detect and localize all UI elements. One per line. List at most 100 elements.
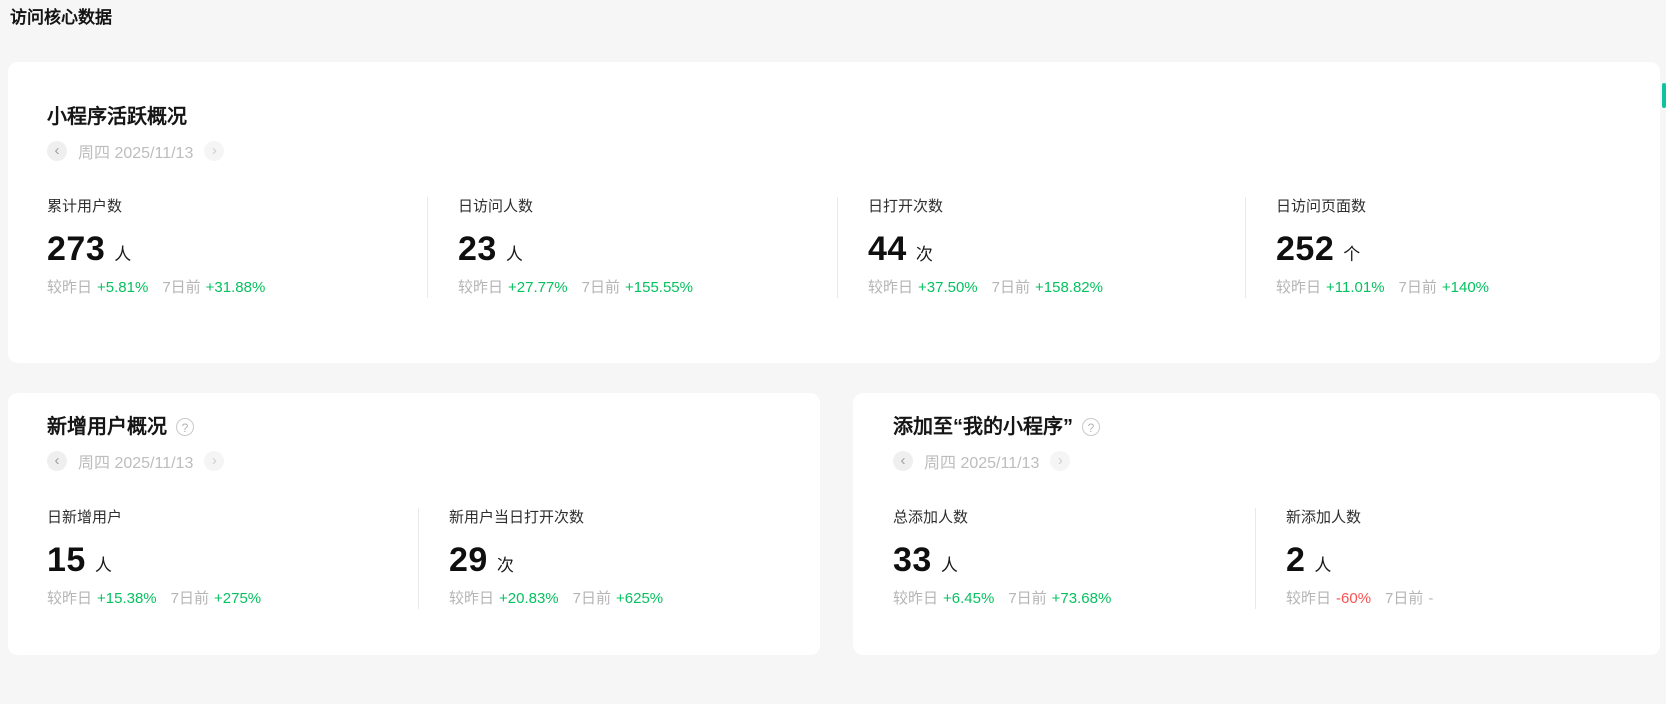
chevron-right-icon: › — [212, 453, 217, 468]
metric-unit: 人 — [941, 551, 958, 576]
scrollbar-thumb[interactable] — [1662, 83, 1666, 108]
help-icon[interactable]: ? — [1082, 418, 1100, 436]
metric-value: 23 人 — [458, 229, 837, 269]
vs-week-label: 7日前 — [573, 590, 611, 607]
card-activity-overview: 小程序活跃概况 ‹ 周四 2025/11/13 › 累计用户数 273 人 较昨… — [8, 62, 1660, 363]
vs-week-label: 7日前 — [1399, 279, 1437, 296]
page-title: 访问核心数据 — [10, 7, 112, 29]
metric-value: 33 人 — [893, 540, 1255, 580]
metric-number: 2 — [1286, 540, 1305, 580]
vs-week-label: 7日前 — [992, 279, 1030, 296]
metrics-row: 累计用户数 273 人 较昨日+5.81%7日前+31.88% 日访问人数 23… — [8, 197, 1660, 298]
metric-label: 日打开次数 — [868, 197, 1245, 217]
metric-unit: 次 — [497, 551, 514, 576]
vs-yesterday-label: 较昨日 — [893, 590, 938, 607]
metric-unit: 人 — [114, 240, 131, 265]
chevron-left-icon: ‹ — [901, 453, 906, 468]
card-header: 小程序活跃概况 ‹ 周四 2025/11/13 › — [8, 62, 1660, 163]
metric-change-row: 较昨日+27.77%7日前+155.55% — [458, 278, 837, 298]
metric-label: 新添加人数 — [1286, 508, 1660, 528]
card-title-text: 新增用户概况 — [47, 415, 167, 439]
metric-unit: 人 — [1314, 551, 1331, 576]
metric-change-row: 较昨日 +37.50% 7日前 +158.82% — [868, 278, 1245, 298]
metrics-row: 总添加人数 33 人 较昨日+6.45%7日前+73.68% 新添加人数 2 人… — [853, 508, 1660, 609]
vs-week-label: 7日前 — [582, 279, 620, 296]
vs-week-label: 7日前 — [162, 279, 200, 296]
date-label: 周四 2025/11/13 — [78, 449, 193, 473]
chevron-left-icon: ‹ — [55, 453, 60, 468]
metric-daily-visitors: 日访问人数 23 人 较昨日+27.77%7日前+155.55% — [427, 197, 837, 298]
vs-week-value: +158.82% — [1035, 279, 1103, 296]
metric-change-row: 较昨日 -60% 7日前- — [1286, 589, 1660, 609]
metric-unit: 个 — [1343, 240, 1360, 265]
date-label: 周四 2025/11/13 — [924, 449, 1039, 473]
vs-yesterday-label: 较昨日 — [1276, 279, 1321, 296]
vs-yesterday-label: 较昨日 — [1286, 590, 1331, 607]
vs-yesterday-value: +27.77% — [508, 279, 568, 296]
chevron-right-icon: › — [212, 143, 217, 158]
vs-week-label: 7日前 — [1008, 590, 1046, 607]
prev-day-button[interactable]: ‹ — [47, 451, 67, 471]
metric-daily-pageviews: 日访问页面数 252 个 较昨日+11.01%7日前+140% — [1245, 197, 1660, 298]
metric-value: 2 人 — [1286, 540, 1660, 580]
metric-value: 252 个 — [1276, 229, 1660, 269]
vs-yesterday-value: +6.45% — [943, 590, 994, 607]
vs-yesterday-label: 较昨日 — [47, 279, 92, 296]
vs-week-value: +275% — [214, 590, 261, 607]
date-label: 周四 2025/11/13 — [78, 139, 193, 163]
metric-change-row: 较昨日+11.01%7日前+140% — [1276, 278, 1660, 298]
date-nav: ‹ 周四 2025/11/13 › — [47, 449, 820, 473]
vs-yesterday-label: 较昨日 — [47, 590, 92, 607]
next-day-button[interactable]: › — [204, 141, 224, 161]
metric-daily-opens: 日打开次数 44 次 较昨日 +37.50% 7日前 +158.82% — [837, 197, 1245, 298]
vs-week-label: 7日前 — [171, 590, 209, 607]
metrics-row: 日新增用户 15 人 较昨日+15.38%7日前+275% 新用户当日打开次数 … — [8, 508, 820, 609]
metric-unit: 人 — [506, 240, 523, 265]
card-new-users-overview: 新增用户概况 ? ‹ 周四 2025/11/13 › 日新增用户 15 人 较昨… — [8, 393, 820, 655]
metric-value: 29 次 — [449, 540, 820, 580]
metric-number: 29 — [449, 540, 488, 580]
chevron-right-icon: › — [1058, 453, 1063, 468]
vs-yesterday-value: +37.50% — [918, 279, 978, 296]
vs-yesterday-value: -60% — [1336, 590, 1371, 607]
metric-new-user-opens: 新用户当日打开次数 29 次 较昨日+20.83%7日前+625% — [418, 508, 820, 609]
next-day-button[interactable]: › — [1050, 451, 1070, 471]
prev-day-button[interactable]: ‹ — [893, 451, 913, 471]
vs-week-value: +625% — [616, 590, 663, 607]
card-title: 小程序活跃概况 — [47, 105, 1660, 129]
metric-number: 33 — [893, 540, 932, 580]
metric-value: 273 人 — [47, 229, 427, 269]
metric-number: 252 — [1276, 229, 1334, 269]
metric-daily-new-users: 日新增用户 15 人 较昨日 +15.38% 7日前 +275% — [8, 508, 418, 609]
metric-change-row: 较昨日+6.45%7日前+73.68% — [893, 589, 1255, 609]
card-header: 新增用户概况 ? ‹ 周四 2025/11/13 › — [8, 393, 820, 473]
date-nav: ‹ 周四 2025/11/13 › — [893, 449, 1660, 473]
vs-week-value: - — [1428, 590, 1433, 607]
card-title-text: 小程序活跃概况 — [47, 105, 187, 129]
vs-yesterday-value: +15.38% — [97, 590, 157, 607]
metric-number: 273 — [47, 229, 105, 269]
metric-value: 15 人 — [47, 540, 418, 580]
prev-day-button[interactable]: ‹ — [47, 141, 67, 161]
metric-label: 日访问页面数 — [1276, 197, 1660, 217]
help-icon[interactable]: ? — [176, 418, 194, 436]
card-added-to-my-miniprograms: 添加至“我的小程序” ? ‹ 周四 2025/11/13 › 总添加人数 33 … — [853, 393, 1660, 655]
card-title: 新增用户概况 ? — [47, 415, 820, 439]
metric-change-row: 较昨日+20.83%7日前+625% — [449, 589, 820, 609]
metric-label: 日新增用户 — [47, 508, 418, 528]
metric-number: 44 — [868, 229, 907, 269]
metric-label: 日访问人数 — [458, 197, 837, 217]
vs-week-value: +155.55% — [625, 279, 693, 296]
metric-cumulative-users: 累计用户数 273 人 较昨日+5.81%7日前+31.88% — [8, 197, 427, 298]
vs-yesterday-value: +11.01% — [1326, 279, 1385, 296]
metric-label: 累计用户数 — [47, 197, 427, 217]
metric-change-row: 较昨日 +15.38% 7日前 +275% — [47, 589, 418, 609]
vs-yesterday-label: 较昨日 — [449, 590, 494, 607]
metric-change-row: 较昨日+5.81%7日前+31.88% — [47, 278, 427, 298]
metric-number: 15 — [47, 540, 86, 580]
metric-total-added: 总添加人数 33 人 较昨日+6.45%7日前+73.68% — [853, 508, 1255, 609]
next-day-button[interactable]: › — [204, 451, 224, 471]
vs-week-label: 7日前 — [1385, 590, 1423, 607]
metric-value: 44 次 — [868, 229, 1245, 269]
vs-yesterday-label: 较昨日 — [868, 279, 913, 296]
